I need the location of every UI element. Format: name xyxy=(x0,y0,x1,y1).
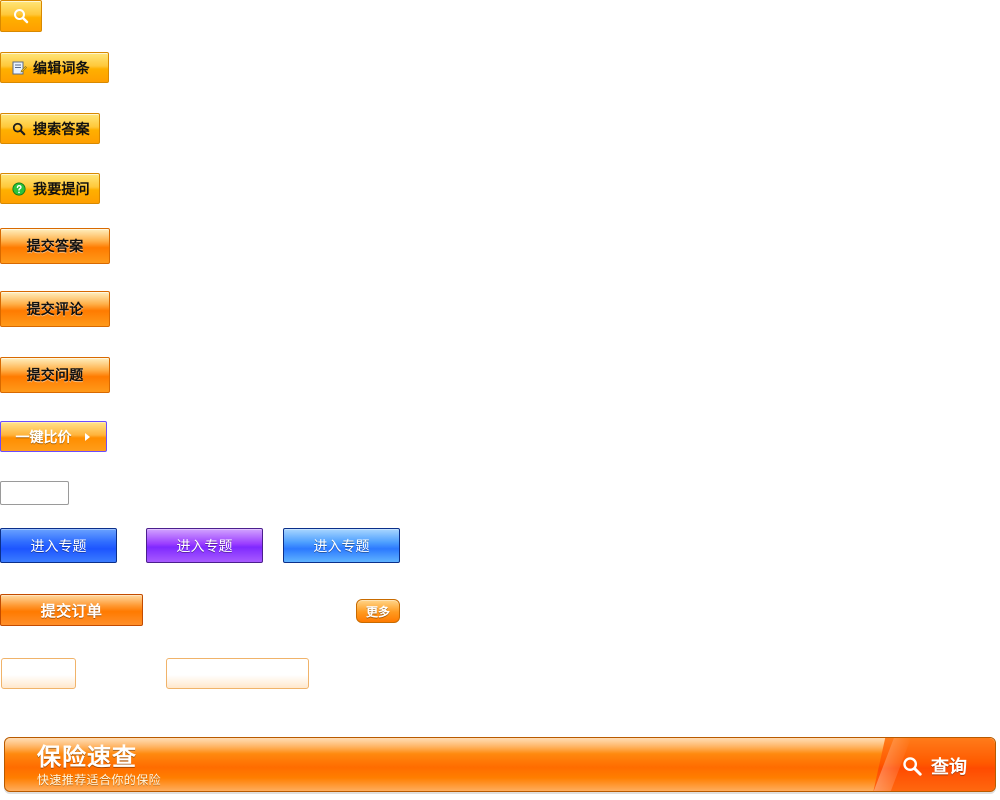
edit-entry-button[interactable]: 编辑词条 xyxy=(0,52,109,83)
search-icon xyxy=(13,8,29,24)
enter-topic-label: 进入专题 xyxy=(313,538,370,555)
submit-answer-label: 提交答案 xyxy=(26,239,84,255)
ask-question-button[interactable]: 我要提问 xyxy=(0,173,100,204)
enter-topic-button-purple[interactable]: 进入专题 xyxy=(146,528,263,563)
search-icon xyxy=(901,755,923,777)
play-icon xyxy=(82,432,92,442)
one-click-compare-label: 一键比价 xyxy=(15,429,72,446)
search-icon-button[interactable] xyxy=(0,0,42,32)
submit-comment-label: 提交评论 xyxy=(26,302,84,318)
submit-order-button[interactable]: 提交订单 xyxy=(0,594,143,626)
banner-subtitle: 快速推荐适合你的保险 xyxy=(37,772,162,787)
query-button[interactable]: 查询 xyxy=(873,738,995,791)
search-answers-label: 搜索答案 xyxy=(33,121,90,138)
submit-order-label: 提交订单 xyxy=(40,601,103,620)
insurance-quick-lookup-banner: 保险速查 快速推荐适合你的保险 查询 xyxy=(4,737,996,792)
query-label: 查询 xyxy=(931,756,967,778)
orange-input-small[interactable] xyxy=(1,658,76,689)
more-label: 更多 xyxy=(365,604,390,619)
ask-question-label: 我要提问 xyxy=(33,181,90,198)
submit-question-button[interactable]: 提交问题 xyxy=(0,357,110,393)
submit-comment-button[interactable]: 提交评论 xyxy=(0,291,110,327)
banner-text-block: 保险速查 快速推荐适合你的保险 xyxy=(37,738,162,791)
enter-topic-button-light-blue[interactable]: 进入专题 xyxy=(283,528,400,563)
search-answers-button[interactable]: 搜索答案 xyxy=(0,113,100,144)
question-icon xyxy=(11,181,27,197)
small-text-input[interactable] xyxy=(0,481,69,505)
search-icon xyxy=(11,121,27,137)
enter-topic-label: 进入专题 xyxy=(30,538,87,555)
edit-entry-label: 编辑词条 xyxy=(33,60,90,77)
edit-note-icon xyxy=(11,60,27,76)
banner-title: 保险速查 xyxy=(37,742,137,771)
submit-answer-button[interactable]: 提交答案 xyxy=(0,228,110,264)
submit-question-label: 提交问题 xyxy=(26,368,84,384)
enter-topic-label: 进入专题 xyxy=(176,538,233,555)
orange-input-wide[interactable] xyxy=(166,658,309,689)
more-button[interactable]: 更多 xyxy=(356,599,400,623)
one-click-compare-button[interactable]: 一键比价 xyxy=(0,421,107,452)
enter-topic-button-blue[interactable]: 进入专题 xyxy=(0,528,117,563)
